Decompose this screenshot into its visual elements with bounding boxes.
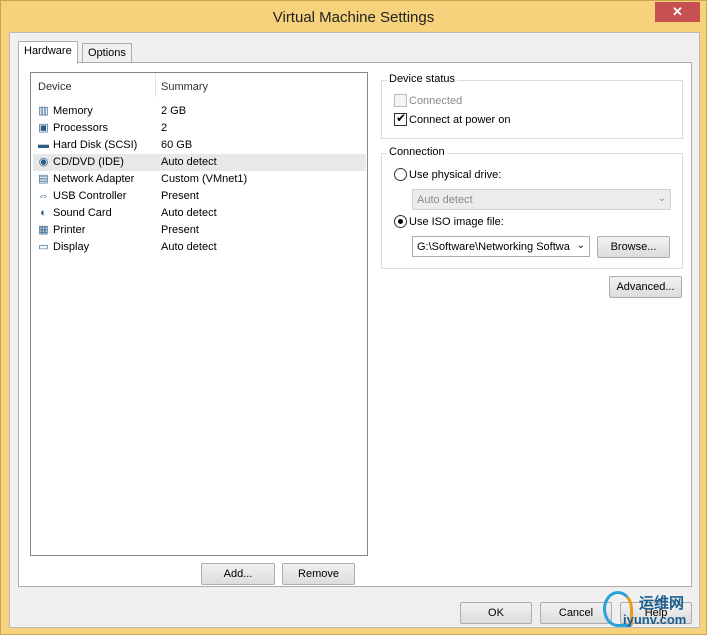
device-row-hard-disk-scsi[interactable]: ▬ Hard Disk (SCSI) 60 GB xyxy=(33,137,366,154)
processor-icon: ▣ xyxy=(38,122,49,134)
device-name: USB Controller xyxy=(53,190,127,202)
physical-drive-value: Auto detect xyxy=(417,194,473,206)
column-separator[interactable] xyxy=(155,73,156,97)
connected-checkbox[interactable] xyxy=(394,94,407,107)
device-summary: Auto detect xyxy=(161,241,217,253)
device-summary: Auto detect xyxy=(161,207,217,219)
use-iso-image-label: Use ISO image file: xyxy=(409,216,504,228)
use-iso-image-radio[interactable] xyxy=(394,215,407,228)
device-name: Printer xyxy=(53,224,86,236)
device-row-cd-dvd-ide[interactable]: ◉ CD/DVD (IDE) Auto detect xyxy=(33,154,366,171)
iso-path-combobox[interactable]: G:\Software\Networking Softwa ⌄ xyxy=(412,236,590,257)
device-row-sound-card[interactable]: ◐ Sound Card Auto detect xyxy=(33,205,366,222)
radio-selected-dot xyxy=(398,219,403,224)
network-adapter-icon: ▤ xyxy=(38,173,49,185)
device-summary: 2 GB xyxy=(161,105,187,117)
tab-hardware[interactable]: Hardware xyxy=(18,41,78,64)
connect-at-power-on-checkbox[interactable]: ✔ xyxy=(394,111,407,126)
device-name: Memory xyxy=(53,105,93,117)
window-title: Virtual Machine Settings xyxy=(272,9,435,26)
device-summary: 60 GB xyxy=(161,139,193,151)
watermark-chinese-text: 运维网 xyxy=(639,594,685,612)
use-physical-drive-radio[interactable] xyxy=(394,168,407,181)
chevron-down-icon: ⌄ xyxy=(576,240,585,251)
iso-path-value: G:\Software\Networking Softwa xyxy=(417,241,570,253)
device-summary: Present xyxy=(161,224,199,236)
device-row-memory[interactable]: ▥ Memory 2 GB xyxy=(33,103,366,120)
hard-disk-icon: ▬ xyxy=(38,139,49,151)
close-icon: ✕ xyxy=(672,4,683,19)
list-header: Device Summary xyxy=(31,73,367,99)
printer-icon: ▦ xyxy=(38,224,49,236)
physical-drive-select[interactable]: Auto detect ⌄ xyxy=(412,189,671,210)
device-list[interactable]: Device Summary ▥ Memory 2 GB ▣ Processors 2 ▬ H… xyxy=(30,72,368,556)
device-summary: Present xyxy=(161,190,199,202)
device-name: Processors xyxy=(53,122,109,134)
site-watermark: 运维网 iyunv.com xyxy=(601,589,701,635)
dialog-client-area: Hardware Options Device Summary ▥ Memory 2… xyxy=(9,32,700,628)
dialog-window: Virtual Machine Settings ✕ Hardware Opti… xyxy=(0,0,707,635)
add-device-button[interactable]: Add... xyxy=(201,563,275,585)
device-row-usb-controller[interactable]: ⇔ USB Controller Present xyxy=(33,188,366,205)
watermark-domain-text: iyunv.com xyxy=(623,612,687,627)
connect-at-power-on-label: Connect at power on xyxy=(409,114,511,126)
device-name: CD/DVD (IDE) xyxy=(53,156,124,168)
display-icon: ▭ xyxy=(38,241,49,253)
usb-icon: ⇔ xyxy=(38,190,49,202)
sound-card-icon: ◐ xyxy=(40,207,47,219)
device-name: Network Adapter xyxy=(53,173,135,185)
memory-icon: ▥ xyxy=(38,105,49,117)
title-bar[interactable]: Virtual Machine Settings ✕ xyxy=(1,1,706,35)
device-summary: 2 xyxy=(161,122,168,134)
connected-label: Connected xyxy=(409,95,463,107)
column-header-summary[interactable]: Summary xyxy=(161,81,208,93)
column-header-device[interactable]: Device xyxy=(38,81,72,93)
connection-group: Connection Use physical drive: Auto dete… xyxy=(381,146,683,269)
use-physical-drive-label: Use physical drive: xyxy=(409,169,502,181)
device-row-display[interactable]: ▭ Display Auto detect xyxy=(33,239,366,256)
device-row-network-adapter[interactable]: ▤ Network Adapter Custom (VMnet1) xyxy=(33,171,366,188)
device-summary: Auto detect xyxy=(161,156,217,168)
device-row-printer[interactable]: ▦ Printer Present xyxy=(33,222,366,239)
ok-button[interactable]: OK xyxy=(460,602,532,624)
device-status-group: Device status Connected ✔ Connect at pow… xyxy=(381,73,683,139)
device-name: Display xyxy=(53,241,90,253)
device-name: Hard Disk (SCSI) xyxy=(53,139,138,151)
close-button[interactable]: ✕ xyxy=(655,2,700,22)
advanced-button[interactable]: Advanced... xyxy=(609,276,682,298)
cd-dvd-icon: ◉ xyxy=(38,156,49,168)
chevron-down-icon: ⌄ xyxy=(657,193,666,204)
tab-options[interactable]: Options xyxy=(82,43,132,63)
device-row-processors[interactable]: ▣ Processors 2 xyxy=(33,120,366,137)
device-name: Sound Card xyxy=(53,207,112,219)
device-summary: Custom (VMnet1) xyxy=(161,173,248,185)
browse-button[interactable]: Browse... xyxy=(597,236,670,258)
remove-device-button[interactable]: Remove xyxy=(282,563,355,585)
checkmark-icon: ✔ xyxy=(396,111,407,125)
hardware-tab-panel: Device Summary ▥ Memory 2 GB ▣ Processors 2 ▬ H… xyxy=(18,62,692,587)
connection-title: Connection xyxy=(387,146,447,158)
device-status-title: Device status xyxy=(387,73,458,85)
